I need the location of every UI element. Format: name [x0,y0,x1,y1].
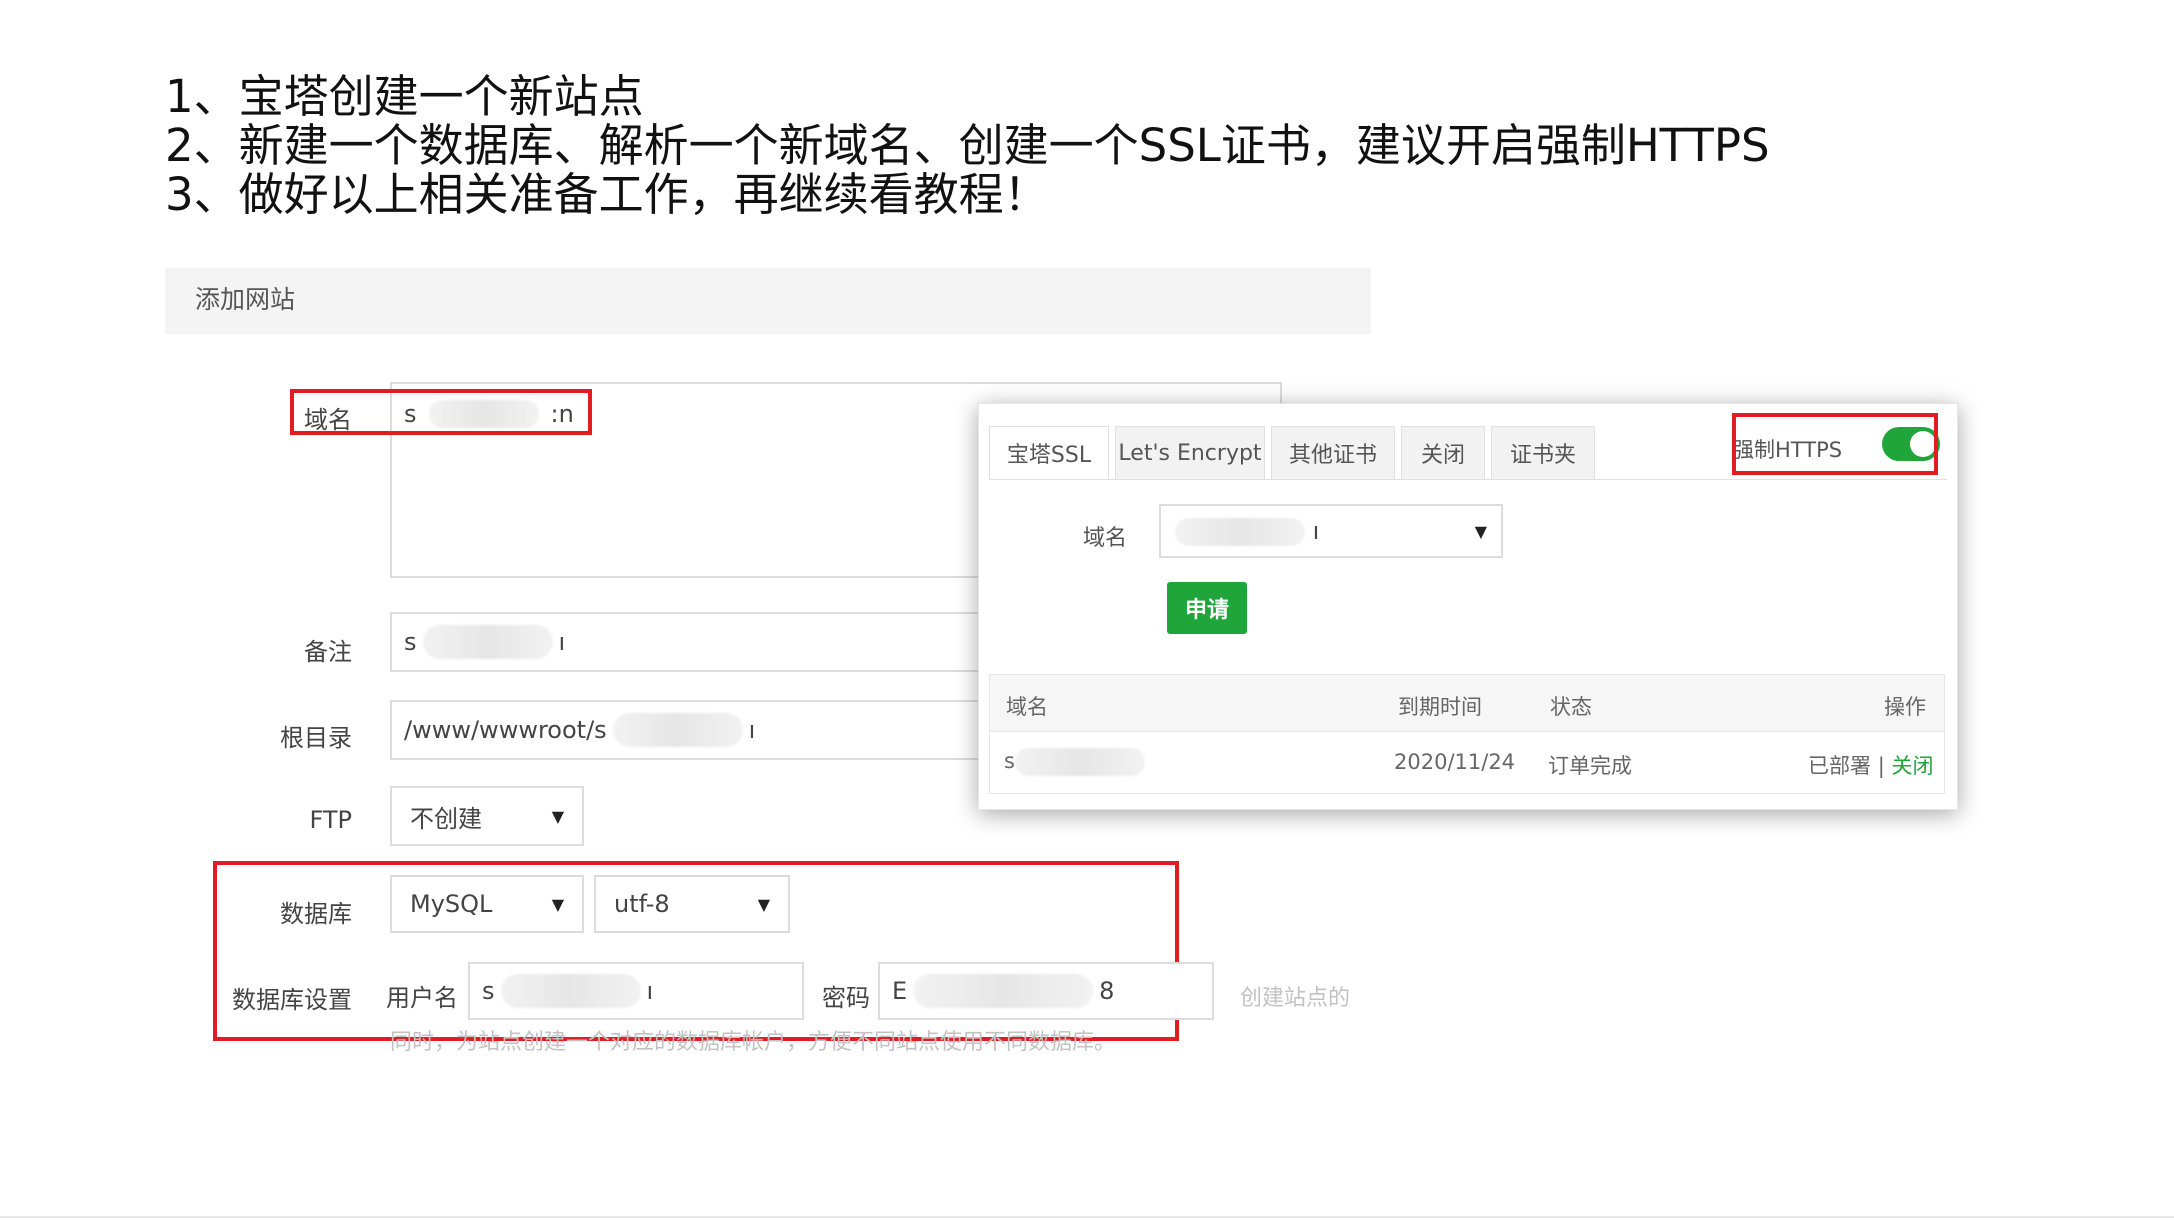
tab-cert-folder[interactable]: 证书夹 [1491,426,1595,480]
close-link[interactable]: 关闭 [1891,754,1933,778]
ftp-select[interactable]: 不创建 ▼ [390,786,584,846]
domain-highlight-box [290,389,592,435]
tab-close[interactable]: 关闭 [1401,426,1485,480]
database-label: 数据库 [280,900,352,928]
root-dir-input[interactable]: /www/wwwroot/s ı [390,700,990,760]
bottom-divider [0,1216,2174,1218]
remark-input[interactable]: s ı [390,612,990,672]
chevron-down-icon: ▼ [551,806,564,826]
table-row: s 2020/11/24 订单完成 已部署 | 关闭 [989,732,1945,794]
db-user-end: ı [646,977,654,1005]
ssl-domain-label: 域名 [1083,526,1128,551]
redacted-blur [1175,517,1305,546]
cert-table-header: 域名 到期时间 状态 操作 [989,674,1945,732]
db-password-end: 8 [1099,977,1115,1005]
database-type-value: MySQL [410,890,493,918]
col-header-status: 状态 [1550,695,1592,719]
db-settings-label: 数据库设置 [232,986,352,1014]
row-domain: s [1004,748,1145,776]
col-header-expiry: 到期时间 [1398,695,1482,719]
root-value-end: ı [748,716,756,744]
db-user-label: 用户名 [386,984,458,1012]
row-status: 订单完成 [1548,754,1632,778]
chevron-down-icon: ▼ [551,894,564,914]
remark-label: 备注 [304,638,352,666]
db-password-label: 密码 [822,984,870,1012]
apply-button[interactable]: 申请 [1167,582,1247,634]
remark-value-end: ı [558,628,566,656]
deployed-text: 已部署 [1808,754,1871,778]
instructions: 1、宝塔创建一个新站点 2、新建一个数据库、解析一个新域名、创建一个SSL证书，… [165,72,1770,219]
row-expiry: 2020/11/24 [1394,750,1516,774]
db-hint-below: 同时，为站点创建一个对应的数据库帐户，方便不同站点使用不同数据库。 [390,1030,1117,1055]
add-site-title: 添加网站 [195,285,296,314]
instruction-line-1: 1、宝塔创建一个新站点 [165,70,644,123]
chevron-down-icon: ▼ [757,894,770,914]
database-charset-select[interactable]: utf-8 ▼ [594,875,790,933]
ssl-domain-select-end: ı [1312,516,1320,545]
ftp-label: FTP [309,806,352,834]
remark-value-start: s [404,628,417,656]
ssl-popup: 宝塔SSL Let's Encrypt 其他证书 关闭 证书夹 强制HTTPS … [978,403,1958,810]
db-user-input[interactable]: s ı [468,962,804,1020]
instruction-line-2: 2、新建一个数据库、解析一个新域名、创建一个SSL证书，建议开启强制HTTPS [165,119,1770,172]
redacted-blur [422,625,553,659]
ftp-selected-value: 不创建 [410,804,482,833]
db-hint-right: 创建站点的 [1240,986,1351,1011]
tab-baota-ssl[interactable]: 宝塔SSL [989,426,1109,480]
force-https-highlight-box [1732,413,1938,475]
db-user-start: s [482,977,495,1005]
redacted-blur [1014,748,1145,776]
ssl-domain-select[interactable]: ı ▼ [1159,504,1503,558]
tab-other-cert[interactable]: 其他证书 [1271,426,1395,480]
redacted-blur [500,974,641,1008]
root-label: 根目录 [280,724,352,752]
db-password-input[interactable]: E 8 [878,962,1214,1020]
tab-lets-encrypt[interactable]: Let's Encrypt [1115,426,1265,480]
row-actions: 已部署 | 关闭 [1808,750,1933,780]
row-domain-start: s [1004,749,1015,773]
action-separator: | [1877,754,1885,778]
database-charset-value: utf-8 [614,890,670,918]
add-site-header [165,268,1371,334]
instruction-line-3: 3、做好以上相关准备工作，再继续看教程！ [165,168,1049,221]
redacted-blur [913,974,1094,1008]
tabs-divider [989,479,1947,480]
redacted-blur [612,713,743,747]
db-password-start: E [892,977,908,1005]
root-value: /www/wwwroot/s [404,716,607,744]
chevron-down-icon: ▼ [1474,521,1487,541]
database-type-select[interactable]: MySQL ▼ [390,875,584,933]
col-header-actions: 操作 [1884,695,1926,719]
col-header-domain: 域名 [1006,695,1048,719]
